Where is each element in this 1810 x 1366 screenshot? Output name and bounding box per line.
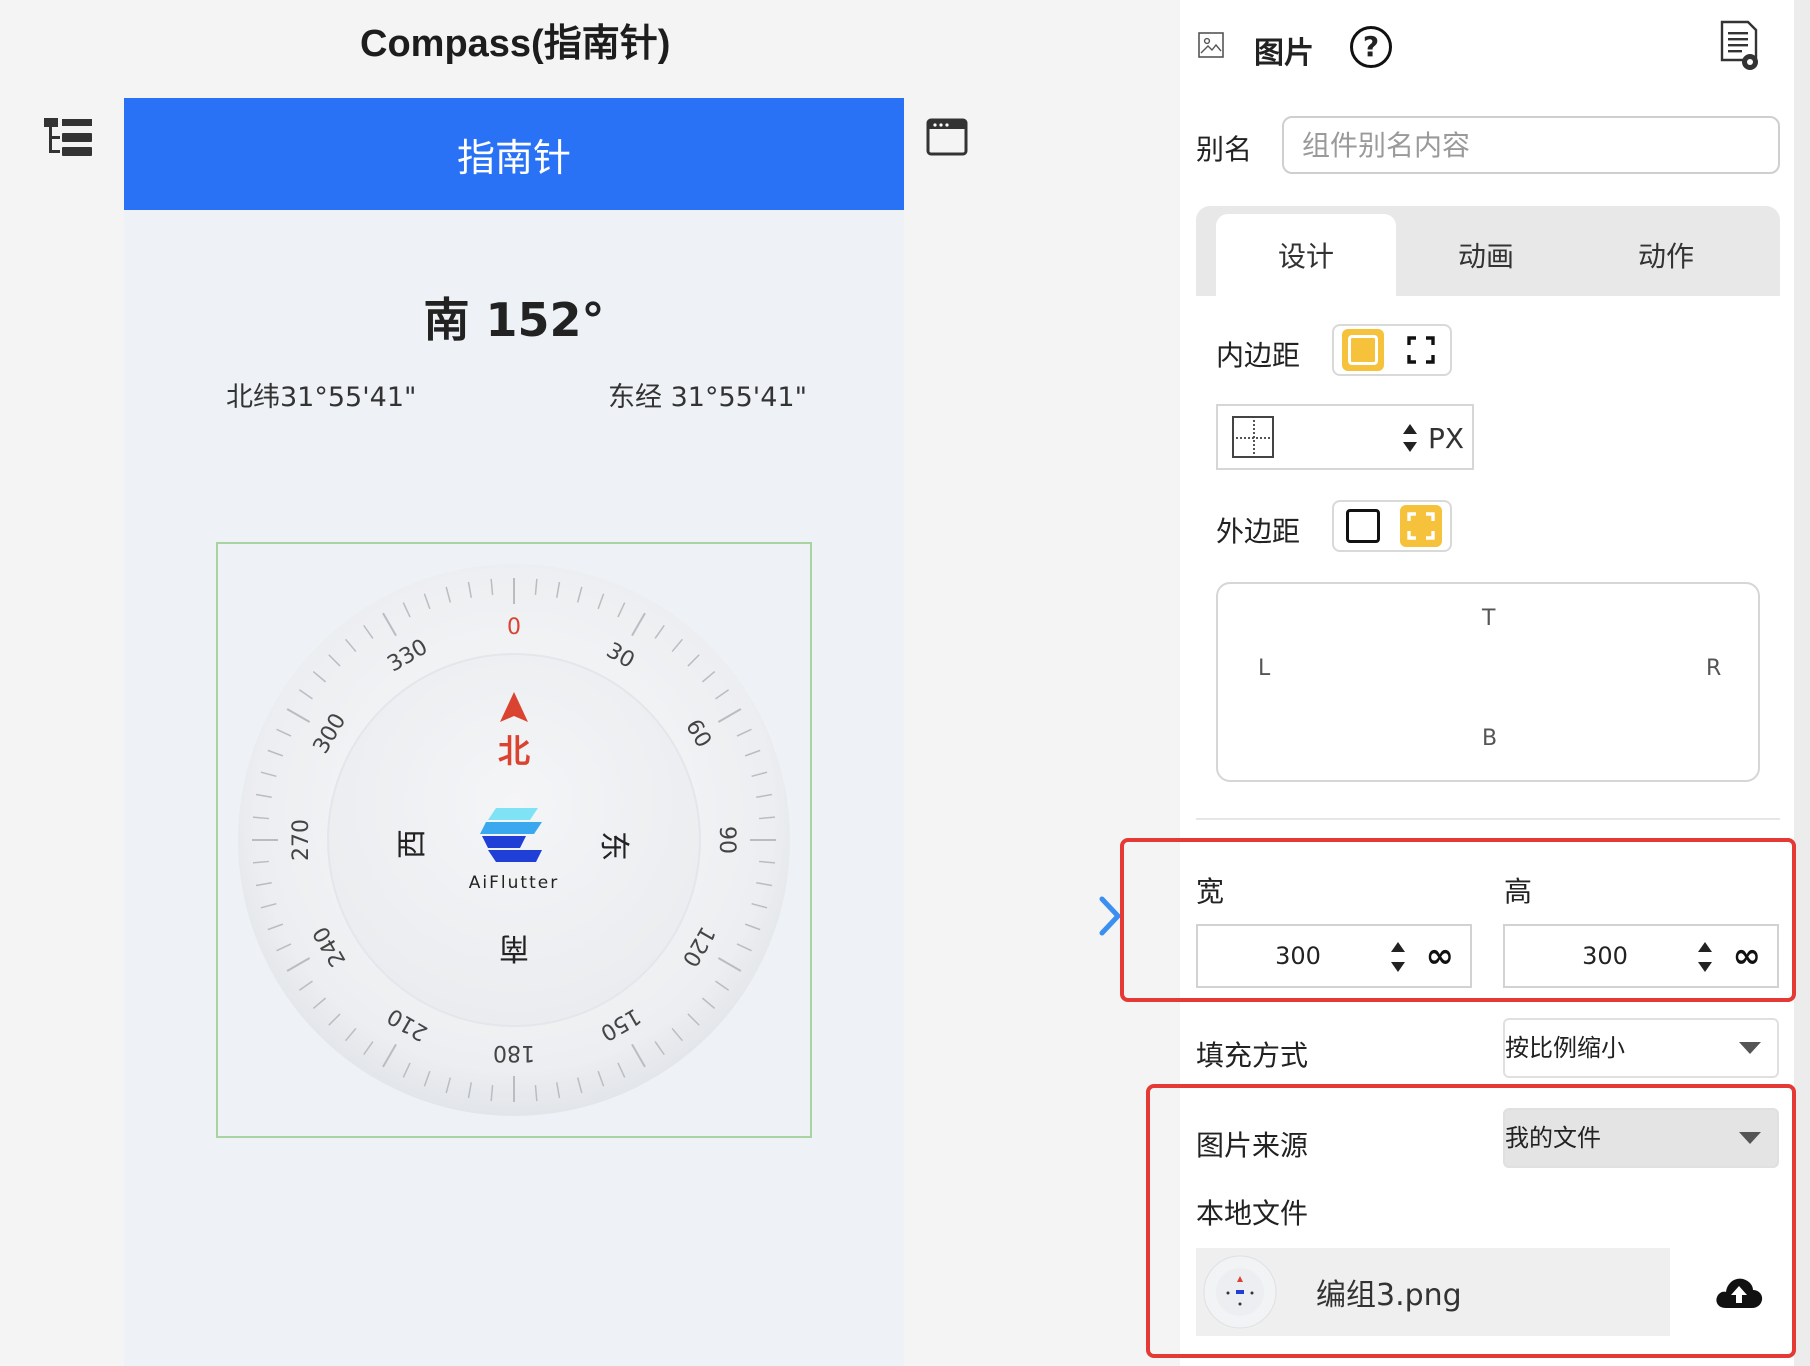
compass-degree-label: 0 — [507, 615, 521, 640]
padding-label: 内边距 — [1216, 339, 1301, 372]
margin-bottom-label: B — [1482, 726, 1498, 751]
dir-south: 南 — [499, 930, 529, 965]
compass-degree-label: 90 — [714, 826, 739, 854]
tab-design[interactable]: 设计 — [1216, 214, 1396, 296]
padding-unit: PX — [1428, 422, 1465, 455]
padding-all-sides-icon — [1232, 416, 1274, 458]
margin-right-label: R — [1706, 656, 1722, 681]
margin-uniform-button[interactable] — [1342, 505, 1384, 547]
highlight-size-section — [1120, 838, 1796, 1002]
margin-individual-button[interactable] — [1400, 505, 1442, 547]
tab-animation[interactable]: 动画 — [1396, 214, 1576, 296]
document-settings-icon[interactable] — [1720, 20, 1760, 72]
dir-north: 北 — [498, 732, 530, 770]
panel-edge-strip — [1794, 0, 1810, 1366]
compass-degree-label: 270 — [289, 819, 314, 861]
page-title: Compass(指南针) — [360, 23, 671, 65]
selected-image-widget[interactable]: 0 30 60 90 120 150 180 210 240 270 300 330 北 东 南 西 … — [216, 542, 812, 1138]
highlight-image-source-section — [1146, 1084, 1796, 1358]
padding-uniform-button[interactable] — [1342, 329, 1384, 371]
window-preview-icon[interactable] — [926, 118, 968, 156]
phone-preview: 指南针 南 152° 北纬31°55'41" 东经 31°55'41" 0 30 6… — [124, 98, 904, 1366]
expand-corners-icon — [1407, 336, 1435, 364]
heading-direction: 南 152° — [423, 293, 605, 347]
fill-mode-label: 填充方式 — [1196, 1039, 1309, 1072]
dir-east: 东 — [596, 831, 631, 861]
compass-image: 0306090120150180210240270300330 北 东 南 西 … — [238, 564, 790, 1116]
help-icon[interactable]: ? — [1350, 26, 1392, 68]
alias-label: 别名 — [1196, 133, 1253, 166]
fill-mode-value: 按比例缩小 — [1505, 1034, 1625, 1062]
logo-text: AiFlutter — [469, 873, 559, 893]
latitude-text: 北纬31°55'41" — [226, 382, 417, 413]
fill-mode-select[interactable]: 按比例缩小 — [1503, 1018, 1779, 1078]
chevron-down-icon — [1739, 1042, 1761, 1054]
padding-individual-button[interactable] — [1400, 329, 1442, 371]
margin-top-label: T — [1482, 606, 1496, 631]
app-bar: 指南针 — [124, 98, 904, 210]
app-bar-title: 指南针 — [456, 135, 571, 180]
margin-label: 外边距 — [1216, 515, 1301, 548]
alias-input[interactable] — [1282, 116, 1780, 174]
widget-tree-icon[interactable] — [44, 118, 92, 158]
tab-action[interactable]: 动作 — [1576, 214, 1756, 296]
dir-west: 西 — [395, 829, 430, 859]
padding-stepper-icon[interactable] — [1400, 420, 1420, 456]
margin-mode-toggle — [1332, 500, 1452, 552]
image-icon — [1198, 32, 1224, 58]
expand-corners-icon — [1407, 512, 1435, 540]
panel-title: 图片 — [1254, 36, 1314, 71]
longitude-text: 东经 31°55'41" — [608, 382, 807, 413]
margin-editor[interactable]: T L R B — [1216, 582, 1760, 782]
panel-tabs: 设计 动画 动作 — [1196, 206, 1780, 296]
padding-mode-toggle — [1332, 324, 1452, 376]
compass-degree-label: 180 — [493, 1040, 535, 1065]
margin-left-label: L — [1258, 656, 1271, 681]
section-divider — [1196, 818, 1780, 820]
